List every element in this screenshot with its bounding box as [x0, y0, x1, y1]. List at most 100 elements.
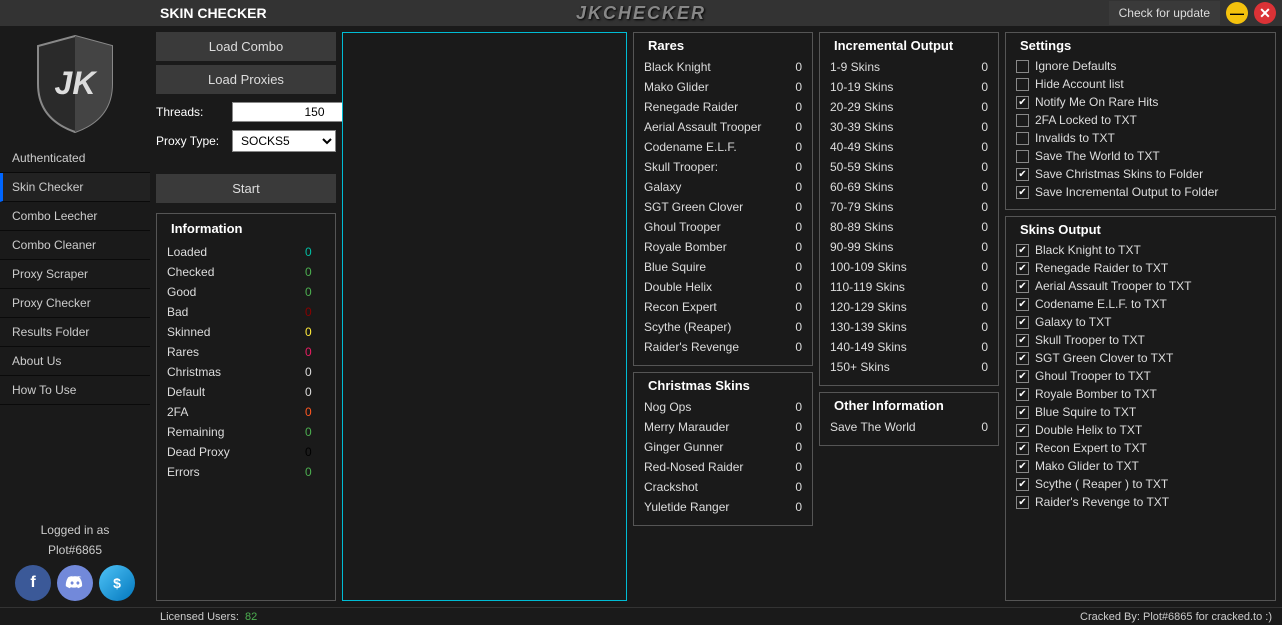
- list-item: Royale Bomber0: [644, 237, 802, 257]
- checkbox[interactable]: [1016, 442, 1029, 455]
- sellix-icon[interactable]: [99, 565, 135, 601]
- brand-logo: JKCHECKER: [576, 3, 706, 24]
- licensed-users-label: Licensed Users:: [160, 611, 239, 623]
- checkbox[interactable]: [1016, 280, 1029, 293]
- list-item: 150+ Skins0: [830, 357, 988, 377]
- checkbox[interactable]: [1016, 460, 1029, 473]
- list-item: 40-49 Skins0: [830, 137, 988, 157]
- checkbox[interactable]: [1016, 96, 1029, 109]
- setting-row: Save Christmas Skins to Folder: [1016, 165, 1265, 183]
- checkbox-label: Ghoul Trooper to TXT: [1035, 369, 1151, 383]
- nav-item-combo-leecher[interactable]: Combo Leecher: [0, 202, 150, 231]
- checkbox-label: Skull Trooper to TXT: [1035, 333, 1145, 347]
- list-item: Ginger Gunner0: [644, 437, 802, 457]
- info-row: Christmas0: [167, 362, 325, 382]
- list-item: Nog Ops0: [644, 397, 802, 417]
- info-row: Skinned0: [167, 322, 325, 342]
- checkbox-label: 2FA Locked to TXT: [1035, 113, 1137, 127]
- proxy-type-select[interactable]: SOCKS5: [232, 130, 336, 152]
- checkbox[interactable]: [1016, 388, 1029, 401]
- checkbox[interactable]: [1016, 262, 1029, 275]
- checkbox[interactable]: [1016, 244, 1029, 257]
- checkbox[interactable]: [1016, 478, 1029, 491]
- skin-output-row: SGT Green Clover to TXT: [1016, 349, 1265, 367]
- checkbox-label: Galaxy to TXT: [1035, 315, 1111, 329]
- checkbox-label: Renegade Raider to TXT: [1035, 261, 1168, 275]
- checkbox[interactable]: [1016, 316, 1029, 329]
- info-row: Default0: [167, 382, 325, 402]
- checkbox[interactable]: [1016, 352, 1029, 365]
- checkbox[interactable]: [1016, 370, 1029, 383]
- info-row: Bad0: [167, 302, 325, 322]
- checkbox[interactable]: [1016, 186, 1029, 199]
- list-item: Aerial Assault Trooper0: [644, 117, 802, 137]
- list-item: Ghoul Trooper0: [644, 217, 802, 237]
- checkbox-label: Save Christmas Skins to Folder: [1035, 167, 1203, 181]
- checkbox[interactable]: [1016, 132, 1029, 145]
- skin-output-row: Recon Expert to TXT: [1016, 439, 1265, 457]
- nav-item-proxy-scraper[interactable]: Proxy Scraper: [0, 260, 150, 289]
- info-row: Checked0: [167, 262, 325, 282]
- info-row: Dead Proxy0: [167, 442, 325, 462]
- list-item: 120-129 Skins0: [830, 297, 988, 317]
- setting-row: Save Incremental Output to Folder: [1016, 183, 1265, 201]
- list-item: Mako Glider0: [644, 77, 802, 97]
- list-item: 1-9 Skins0: [830, 57, 988, 77]
- checkbox[interactable]: [1016, 150, 1029, 163]
- svg-text:JK: JK: [55, 65, 99, 101]
- checkbox[interactable]: [1016, 424, 1029, 437]
- nav-item-results-folder[interactable]: Results Folder: [0, 318, 150, 347]
- list-item: 30-39 Skins0: [830, 117, 988, 137]
- list-item: Double Helix0: [644, 277, 802, 297]
- minimize-button[interactable]: —: [1226, 2, 1248, 24]
- skin-output-row: Royale Bomber to TXT: [1016, 385, 1265, 403]
- list-item: Yuletide Ranger0: [644, 497, 802, 517]
- nav-item-authenticated[interactable]: Authenticated: [0, 144, 150, 173]
- checkbox-label: Mako Glider to TXT: [1035, 459, 1139, 473]
- nav-item-how-to-use[interactable]: How To Use: [0, 376, 150, 405]
- checkbox-label: Codename E.L.F. to TXT: [1035, 297, 1167, 311]
- checkbox-label: Aerial Assault Trooper to TXT: [1035, 279, 1192, 293]
- proxy-type-label: Proxy Type:: [156, 134, 226, 148]
- discord-icon[interactable]: [57, 565, 93, 601]
- check-update-button[interactable]: Check for update: [1109, 1, 1220, 25]
- skin-output-row: Renegade Raider to TXT: [1016, 259, 1265, 277]
- start-button[interactable]: Start: [156, 174, 336, 203]
- checkbox[interactable]: [1016, 298, 1029, 311]
- other-info-title: Other Information: [830, 398, 948, 413]
- checkbox-label: Notify Me On Rare Hits: [1035, 95, 1158, 109]
- checkbox[interactable]: [1016, 406, 1029, 419]
- settings-title: Settings: [1016, 38, 1075, 53]
- checkbox[interactable]: [1016, 60, 1029, 73]
- nav-item-skin-checker[interactable]: Skin Checker: [0, 173, 150, 202]
- checkbox[interactable]: [1016, 496, 1029, 509]
- nav-item-about-us[interactable]: About Us: [0, 347, 150, 376]
- checkbox[interactable]: [1016, 334, 1029, 347]
- list-item: Galaxy0: [644, 177, 802, 197]
- list-item: Skull Trooper:0: [644, 157, 802, 177]
- setting-row: Ignore Defaults: [1016, 57, 1265, 75]
- setting-row: Save The World to TXT: [1016, 147, 1265, 165]
- christmas-title: Christmas Skins: [644, 378, 754, 393]
- logged-in-label: Logged in as: [0, 523, 150, 537]
- info-row: Rares0: [167, 342, 325, 362]
- close-button[interactable]: ✕: [1254, 2, 1276, 24]
- info-row: Good0: [167, 282, 325, 302]
- checkbox-label: Black Knight to TXT: [1035, 243, 1141, 257]
- load-proxies-button[interactable]: Load Proxies: [156, 65, 336, 94]
- setting-row: Hide Account list: [1016, 75, 1265, 93]
- facebook-icon[interactable]: f: [15, 565, 51, 601]
- nav-item-combo-cleaner[interactable]: Combo Cleaner: [0, 231, 150, 260]
- skin-output-row: Galaxy to TXT: [1016, 313, 1265, 331]
- load-combo-button[interactable]: Load Combo: [156, 32, 336, 61]
- output-console[interactable]: [342, 32, 627, 601]
- checkbox[interactable]: [1016, 114, 1029, 127]
- checkbox-label: Invalids to TXT: [1035, 131, 1115, 145]
- skin-output-row: Scythe ( Reaper ) to TXT: [1016, 475, 1265, 493]
- checkbox[interactable]: [1016, 78, 1029, 91]
- nav-item-proxy-checker[interactable]: Proxy Checker: [0, 289, 150, 318]
- list-item: SGT Green Clover0: [644, 197, 802, 217]
- list-item: Save The World0: [830, 417, 988, 437]
- threads-label: Threads:: [156, 105, 226, 119]
- checkbox[interactable]: [1016, 168, 1029, 181]
